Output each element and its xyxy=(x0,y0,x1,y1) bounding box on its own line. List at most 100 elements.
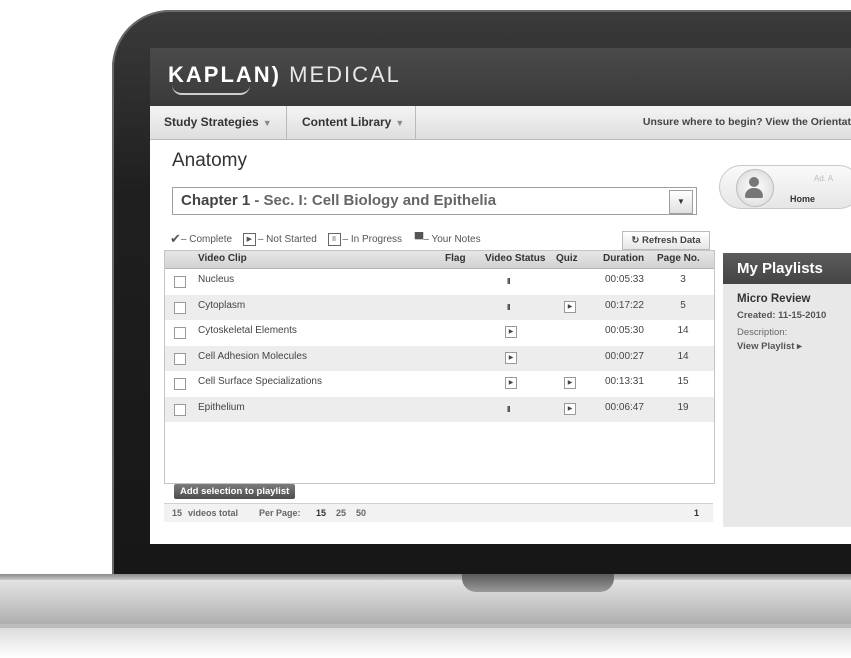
chevron-down-icon: ▼ xyxy=(262,118,272,128)
per-page-option[interactable]: 50 xyxy=(356,508,366,518)
status-legend: ✔– Complete ▶ – Not Started II – In Progre… xyxy=(170,231,481,247)
table-row[interactable]: Cell Surface Specializations ▶ ▶ 00:13:31 15 xyxy=(165,371,714,396)
per-page-option[interactable]: 15 xyxy=(316,508,326,518)
orientation-helper-link[interactable]: Unsure where to begin? View the Orientat xyxy=(643,106,851,139)
video-clip-name[interactable]: Nucleus xyxy=(198,274,234,285)
table-footer: 15 videos total Per Page: 15 25 50 1 xyxy=(164,503,713,522)
view-playlist-link[interactable]: View Playlist ▸ xyxy=(737,341,802,352)
table-row[interactable]: Cytoskeletal Elements ▶ 00:05:30 14 xyxy=(165,320,714,345)
legend-notes: – Your Notes xyxy=(423,233,481,245)
col-video-clip[interactable]: Video Clip xyxy=(198,253,247,264)
videos-total-count: 15 xyxy=(172,508,183,518)
row-checkbox[interactable] xyxy=(174,276,186,288)
play-icon[interactable]: ▶ xyxy=(564,402,576,415)
pause-icon[interactable]: II xyxy=(507,277,511,286)
duration: 00:00:27 xyxy=(605,350,644,362)
playlists-panel: My Playlists Micro Review Created: 11-15… xyxy=(723,253,851,527)
laptop-notch xyxy=(462,574,614,592)
page-number: 14 xyxy=(677,325,689,336)
laptop-base xyxy=(0,574,851,628)
play-icon[interactable]: ▶ xyxy=(505,377,517,389)
pause-icon[interactable]: II xyxy=(507,303,511,312)
video-clip-name[interactable]: Cytoplasm xyxy=(198,300,245,311)
refresh-data-label: Refresh Data xyxy=(642,235,701,246)
col-page-no[interactable]: Page No. xyxy=(657,253,700,264)
table-row[interactable]: Cytoplasm II ▶ 00:17:22 5 xyxy=(165,294,714,320)
nav-divider xyxy=(415,106,416,139)
col-video-status[interactable]: Video Status xyxy=(485,253,545,264)
col-quiz[interactable]: Quiz xyxy=(556,253,578,264)
chapter-dropdown-button[interactable]: ▼ xyxy=(669,190,693,214)
nav-divider xyxy=(286,106,287,139)
playlists-heading: My Playlists xyxy=(723,253,851,284)
row-checkbox[interactable] xyxy=(174,301,186,314)
col-duration[interactable]: Duration xyxy=(603,253,644,264)
video-clip-name[interactable]: Epithelium xyxy=(198,402,245,413)
chevron-down-icon: ▼ xyxy=(395,118,405,128)
refresh-data-button[interactable]: ↻ Refresh Data xyxy=(622,231,710,250)
row-checkbox[interactable] xyxy=(174,352,186,365)
table-row[interactable]: Cell Adhesion Molecules ▶ 00:00:27 14 xyxy=(165,345,714,371)
table-empty-space xyxy=(165,421,714,483)
duration: 00:05:30 xyxy=(605,325,644,336)
page-number: 15 xyxy=(677,376,689,387)
play-icon[interactable]: ▶ xyxy=(564,300,576,313)
chapter-select[interactable]: Chapter 1 - Sec. I: Cell Biology and Epi… xyxy=(172,187,697,215)
logo-kaplan-text: KAPLAN xyxy=(168,62,272,87)
site-header: KAPLAN) MEDICAL xyxy=(150,48,851,106)
table-row[interactable]: Nucleus II 00:05:33 3 xyxy=(165,269,714,294)
video-clip-name[interactable]: Cell Adhesion Molecules xyxy=(198,351,307,362)
row-checkbox[interactable] xyxy=(174,378,186,390)
nav-content-library[interactable]: Content Library ▼ xyxy=(292,106,414,139)
user-name: Ad. A xyxy=(814,174,834,183)
duration: 00:06:47 xyxy=(605,401,644,413)
laptop-base-lip xyxy=(0,574,851,580)
play-icon[interactable]: ▶ xyxy=(505,351,517,364)
chapter-label: Chapter 1 xyxy=(181,192,251,209)
home-link[interactable]: Home xyxy=(790,194,815,204)
pause-icon: II xyxy=(327,232,341,246)
legend-in-progress: – In Progress xyxy=(342,233,403,245)
page-number[interactable]: 1 xyxy=(694,508,699,518)
playlist-created: Created: 11-15-2010 xyxy=(737,310,827,321)
per-page-option[interactable]: 25 xyxy=(336,508,346,518)
page-number: 14 xyxy=(677,350,689,362)
checkmark-icon: ✔ xyxy=(170,231,181,246)
pause-icon[interactable]: II xyxy=(507,405,511,414)
logo-medical-text: MEDICAL xyxy=(289,62,401,87)
nav-study-strategies-label: Study Strategies xyxy=(164,115,259,129)
refresh-icon: ↻ xyxy=(631,235,640,246)
row-checkbox[interactable] xyxy=(174,403,186,416)
page-number: 5 xyxy=(680,299,686,311)
nav-content-library-label: Content Library xyxy=(302,115,392,129)
duration: 00:05:33 xyxy=(605,274,644,285)
nav-study-strategies[interactable]: Study Strategies ▼ xyxy=(154,106,282,139)
duration: 00:17:22 xyxy=(605,299,644,311)
logo-swoosh-icon xyxy=(172,85,250,95)
speech-bubble-icon: ▀ xyxy=(414,232,424,246)
legend-not-started: – Not Started xyxy=(257,233,317,245)
table-row[interactable]: Epithelium II ▶ 00:06:47 19 xyxy=(165,396,714,422)
video-clip-name[interactable]: Cytoskeletal Elements xyxy=(198,325,297,336)
legend-complete: – Complete xyxy=(180,233,233,245)
videos-total-label: videos total xyxy=(188,508,239,518)
row-checkbox[interactable] xyxy=(174,327,186,339)
nav-bar: Study Strategies ▼ Content Library ▼ Unsur… xyxy=(150,106,851,140)
page-title: Anatomy xyxy=(172,150,247,171)
add-to-playlist-button[interactable]: Add selection to playlist xyxy=(174,484,296,499)
play-icon[interactable]: ▶ xyxy=(564,377,576,389)
per-page-label: Per Page: xyxy=(259,508,301,518)
user-icon-body xyxy=(745,188,763,198)
laptop-reflection xyxy=(0,628,851,658)
chevron-down-icon: ▼ xyxy=(677,197,685,206)
chapter-select-value: Chapter 1 - Sec. I: Cell Biology and Epi… xyxy=(181,192,496,209)
screen: KAPLAN) MEDICAL Study Strategies ▼ Conten… xyxy=(150,48,851,544)
play-icon[interactable]: ▶ xyxy=(505,326,517,338)
playlist-title[interactable]: Micro Review xyxy=(737,293,811,305)
page-number: 19 xyxy=(677,401,689,413)
video-table: Video Clip Flag Video Status Quiz Durati… xyxy=(164,250,715,484)
col-flag[interactable]: Flag xyxy=(445,253,466,264)
play-icon: ▶ xyxy=(242,232,256,246)
video-clip-name[interactable]: Cell Surface Specializations xyxy=(198,376,322,387)
page-number: 3 xyxy=(680,274,686,285)
